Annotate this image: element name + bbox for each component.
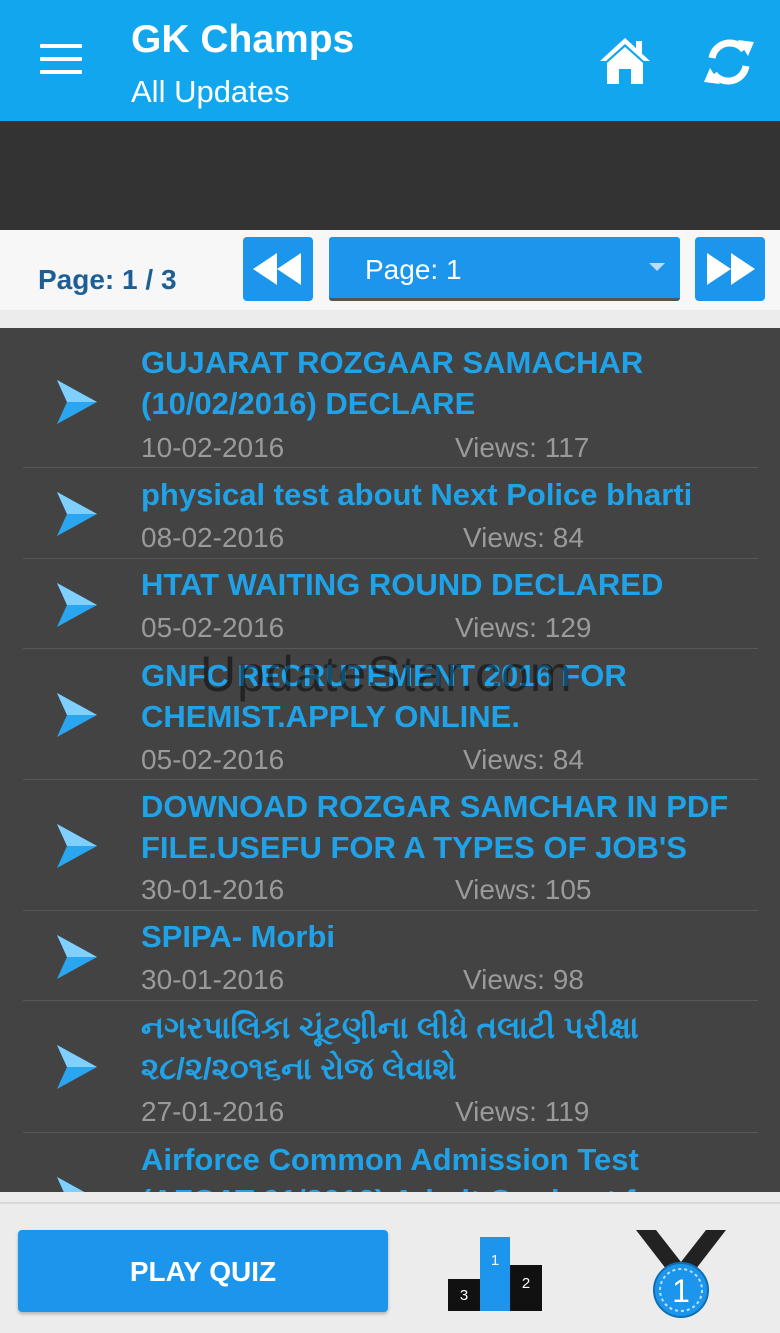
podium-rank-1: 1	[491, 1252, 499, 1269]
update-title[interactable]: SPIPA- Morbi	[141, 916, 753, 957]
update-date: 27-01-2016	[141, 1096, 285, 1127]
update-row[interactable]: physical test about Next Police bharti 0…	[23, 468, 758, 559]
play-arrow-icon	[57, 1045, 97, 1089]
update-views: Views: 98	[463, 964, 584, 995]
app-bar: GK Champs All Updates	[0, 0, 780, 121]
home-icon[interactable]	[598, 36, 652, 86]
play-arrow-icon	[57, 380, 97, 424]
hamburger-menu-icon[interactable]	[40, 44, 82, 76]
update-title[interactable]: DOWNOAD ROZGAR SAMCHAR IN PDF FILE.USEFU…	[141, 786, 753, 868]
podium-rank-3: 3	[460, 1287, 468, 1304]
update-title[interactable]: Airforce Common Admission Test (AFCAT-01…	[141, 1139, 753, 1192]
play-arrow-icon	[57, 824, 97, 868]
update-title[interactable]: નગરપાલિકા ચૂંટણીના લીધે તલાટી પરીક્ષા ૨૮…	[141, 1007, 753, 1089]
update-title[interactable]: physical test about Next Police bharti	[141, 474, 753, 515]
refresh-icon[interactable]	[702, 36, 756, 88]
update-row[interactable]: SPIPA- Morbi 30-01-2016 Views: 98	[23, 911, 758, 1001]
update-views: Views: 129	[455, 612, 592, 643]
update-title[interactable]: GNFC RECRUTEMENT 2016 FOR CHEMIST.APPLY …	[141, 655, 753, 737]
screen-subtitle: All Updates	[131, 74, 290, 109]
play-arrow-icon	[57, 583, 97, 627]
rewind-icon	[253, 253, 301, 285]
play-arrow-icon	[57, 693, 97, 737]
page-count-label: Page: 1 / 3	[38, 264, 177, 295]
previous-page-button[interactable]	[243, 237, 313, 301]
update-row[interactable]: DOWNOAD ROZGAR SAMCHAR IN PDF FILE.USEFU…	[23, 780, 758, 911]
selected-page-label: Page: 1	[365, 254, 462, 285]
update-views: Views: 119	[455, 1096, 590, 1127]
podium-rank-2: 2	[522, 1275, 530, 1292]
fast-forward-icon	[707, 253, 755, 285]
medal-rank: 1	[672, 1273, 690, 1309]
update-date: 08-02-2016	[141, 522, 285, 553]
update-date: 10-02-2016	[141, 432, 285, 463]
medal-icon[interactable]: 1	[632, 1226, 730, 1320]
update-views: Views: 105	[455, 874, 592, 905]
ad-banner-area	[0, 121, 780, 230]
update-row[interactable]: GUJARAT ROZGAAR SAMACHAR (10/02/2016) DE…	[23, 328, 758, 468]
play-quiz-button[interactable]: PLAY QUIZ	[18, 1230, 388, 1312]
play-arrow-icon	[57, 1177, 85, 1192]
play-quiz-label: PLAY QUIZ	[129, 1256, 277, 1287]
update-date: 05-02-2016	[141, 612, 285, 643]
next-page-button[interactable]	[695, 237, 765, 301]
play-arrow-icon	[57, 935, 97, 979]
update-date: 05-02-2016	[141, 744, 285, 775]
update-row[interactable]: નગરપાલિકા ચૂંટણીના લીધે તલાટી પરીક્ષા ૨૮…	[23, 1001, 758, 1133]
update-views: Views: 84	[463, 744, 584, 775]
update-date: 30-01-2016	[141, 964, 285, 995]
update-views: Views: 84	[463, 522, 584, 553]
update-date: 30-01-2016	[141, 874, 285, 905]
updates-list[interactable]: GUJARAT ROZGAAR SAMACHAR (10/02/2016) DE…	[0, 328, 780, 1192]
leaderboard-podium-icon[interactable]: 1 2 3	[446, 1235, 544, 1311]
play-arrow-icon	[57, 492, 97, 536]
dropdown-caret-icon	[649, 263, 665, 271]
app-title: GK Champs	[131, 18, 355, 61]
update-row[interactable]: Airforce Common Admission Test (AFCAT-01…	[23, 1133, 758, 1192]
update-row[interactable]: HTAT WAITING ROUND DECLARED 05-02-2016 V…	[23, 559, 758, 649]
update-title[interactable]: HTAT WAITING ROUND DECLARED	[141, 564, 753, 605]
update-title[interactable]: GUJARAT ROZGAAR SAMACHAR (10/02/2016) DE…	[141, 342, 753, 424]
update-row[interactable]: GNFC RECRUTEMENT 2016 FOR CHEMIST.APPLY …	[23, 649, 758, 780]
page-select-dropdown[interactable]: Page: 1	[329, 237, 680, 301]
update-views: Views: 117	[455, 432, 590, 463]
